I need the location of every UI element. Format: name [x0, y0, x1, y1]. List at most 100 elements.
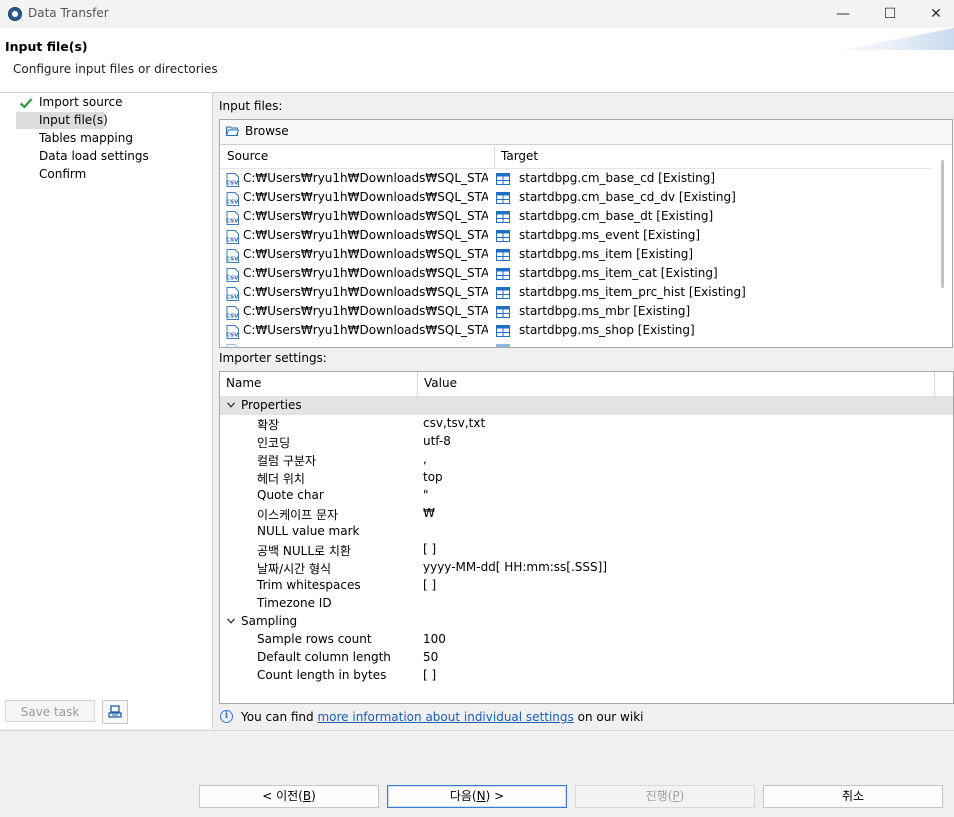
row-source: C:₩Users₩ryu1h₩Downloads₩SQL_STARTE... [243, 190, 488, 204]
table-row-partial[interactable]: CSV [220, 341, 932, 347]
info-icon: i [220, 710, 233, 723]
page-subtitle: Configure input files or directories [13, 62, 218, 76]
settings-rows: Properties 확장 csv,tsv,txt 인코딩 utf-8 컬럼 구분자, 헤더… [220, 396, 953, 702]
setting-row[interactable]: 인코딩 utf-8 [220, 433, 953, 451]
setting-value[interactable]: [ ] [423, 542, 436, 556]
setting-value[interactable]: " [423, 488, 429, 502]
step-import-source[interactable]: Import source [39, 94, 123, 111]
step-input-files[interactable]: Input file(s) [39, 112, 108, 129]
settings-group-properties[interactable]: Properties [220, 397, 953, 415]
row-source: C:₩Users₩ryu1h₩Downloads₩SQL_STARTE... [243, 323, 488, 337]
close-button[interactable]: ✕ [921, 4, 951, 24]
proceed-button[interactable]: 진행(P) [575, 785, 755, 808]
setting-name: 날짜/시간 형식 [257, 562, 332, 576]
table-icon [496, 306, 510, 318]
setting-row[interactable]: Count length in bytes [ ] [220, 667, 953, 685]
table-row[interactable]: CSV C:₩Users₩ryu1h₩Downloads₩SQL_STARTE..… [220, 284, 932, 303]
svg-text:CSV: CSV [226, 257, 239, 263]
browse-button[interactable]: Browse [245, 124, 289, 138]
browse-toolbar[interactable]: Browse [220, 120, 952, 145]
column-header-target[interactable]: Target [501, 149, 538, 163]
table-row[interactable]: CSV C:₩Users₩ryu1h₩Downloads₩SQL_STARTE..… [220, 227, 932, 246]
column-divider [417, 372, 418, 396]
step-data-load-settings[interactable]: Data load settings [39, 148, 149, 165]
setting-row[interactable]: NULL value mark [220, 523, 953, 541]
setting-row[interactable]: Trim whitespaces [ ] [220, 577, 953, 595]
proceed-text: 진행( [645, 789, 673, 803]
next-tail: ) > [485, 789, 505, 803]
setting-row[interactable]: 공백 NULL로 치환 [ ] [220, 541, 953, 559]
setting-value[interactable]: ₩ [423, 506, 435, 520]
setting-value[interactable]: [ ] [423, 578, 436, 592]
save-task-button[interactable]: Save task [5, 700, 95, 722]
setting-value[interactable]: yyyy-MM-dd[ HH:mm:ss[.SSS]] [423, 560, 607, 574]
csv-file-icon: CSV [226, 211, 239, 225]
info-suffix: on our wiki [573, 710, 644, 724]
setting-value[interactable]: [ ] [423, 668, 436, 682]
table-row[interactable]: CSV C:₩Users₩ryu1h₩Downloads₩SQL_STARTE..… [220, 265, 932, 284]
setting-value[interactable]: 100 [423, 632, 446, 646]
title-bar [0, 0, 954, 28]
window-title: Data Transfer [28, 6, 109, 20]
task-config-button[interactable] [102, 700, 128, 724]
table-row[interactable]: CSV C:₩Users₩ryu1h₩Downloads₩SQL_STARTE..… [220, 170, 932, 189]
csv-file-icon: CSV [226, 344, 239, 347]
table-icon [496, 268, 510, 280]
setting-row[interactable]: 날짜/시간 형식 yyyy-MM-dd[ HH:mm:ss[.SSS]] [220, 559, 953, 577]
setting-value[interactable]: 50 [423, 650, 438, 664]
settings-group-sampling[interactable]: Sampling [220, 613, 953, 631]
setting-name: Timezone ID [257, 596, 332, 610]
setting-value[interactable]: csv,tsv,txt [423, 416, 485, 430]
setting-row[interactable]: 헤더 위치 top [220, 469, 953, 487]
csv-file-icon: CSV [226, 173, 239, 187]
vertical-scrollbar[interactable] [941, 160, 944, 288]
step-confirm[interactable]: Confirm [39, 166, 86, 183]
table-row[interactable]: CSV C:₩Users₩ryu1h₩Downloads₩SQL_STARTE..… [220, 189, 932, 208]
setting-row[interactable]: Timezone ID [220, 595, 953, 613]
setting-name: 헤더 위치 [257, 472, 305, 486]
maximize-button[interactable]: ☐ [875, 4, 905, 24]
importer-settings-table: Name Value Properties 확장 csv,tsv,txt 인코딩 utf… [219, 371, 954, 704]
svg-text:CSV: CSV [226, 200, 239, 206]
svg-text:CSV: CSV [226, 295, 239, 301]
row-target: startdbpg.ms_item_cat [Existing] [519, 266, 718, 280]
column-header-name[interactable]: Name [226, 376, 261, 390]
chevron-down-icon[interactable] [227, 402, 235, 408]
setting-value[interactable]: , [423, 452, 427, 466]
row-target: startdbpg.ms_event [Existing] [519, 228, 701, 242]
row-target: startdbpg.ms_mbr [Existing] [519, 304, 691, 318]
setting-name: Default column length [257, 650, 391, 664]
svg-text:CSV: CSV [226, 219, 239, 225]
setting-row[interactable]: Quote char " [220, 487, 953, 505]
setting-name: 이스케이프 문자 [257, 508, 339, 522]
csv-file-icon: CSV [226, 249, 239, 263]
step-tables-mapping[interactable]: Tables mapping [39, 130, 133, 147]
task-icon [108, 705, 122, 718]
setting-row[interactable]: Default column length 50 [220, 649, 953, 667]
setting-row[interactable]: 확장 csv,tsv,txt [220, 415, 953, 433]
back-button[interactable]: < 이전(B) [199, 785, 379, 808]
row-target: startdbpg.ms_item_prc_hist [Existing] [519, 285, 746, 299]
table-row[interactable]: CSV C:₩Users₩ryu1h₩Downloads₩SQL_STARTE..… [220, 208, 932, 227]
minimize-button[interactable]: — [828, 4, 858, 24]
csv-file-icon: CSV [226, 287, 239, 301]
setting-row[interactable]: Sample rows count 100 [220, 631, 953, 649]
table-row[interactable]: CSV C:₩Users₩ryu1h₩Downloads₩SQL_STARTE..… [220, 322, 932, 341]
next-button[interactable]: 다음(N) > [387, 785, 567, 808]
column-header-source[interactable]: Source [227, 149, 268, 163]
header-banner-art [842, 28, 954, 50]
setting-value[interactable]: top [423, 470, 443, 484]
setting-value[interactable]: utf-8 [423, 434, 451, 448]
wiki-link[interactable]: more information about individual settin… [317, 710, 573, 724]
svg-text:CSV: CSV [226, 276, 239, 282]
cancel-button[interactable]: 취소 [763, 785, 943, 808]
info-message: You can find more information about indi… [241, 710, 643, 724]
chevron-down-icon[interactable] [227, 618, 235, 624]
back-mnemonic: B [302, 789, 312, 803]
setting-row[interactable]: 이스케이프 문자 ₩ [220, 505, 953, 523]
setting-row[interactable]: 컬럼 구분자, [220, 451, 953, 469]
csv-file-icon: CSV [226, 230, 239, 244]
column-header-value[interactable]: Value [424, 376, 457, 390]
table-row[interactable]: CSV C:₩Users₩ryu1h₩Downloads₩SQL_STARTE..… [220, 246, 932, 265]
table-row[interactable]: CSV C:₩Users₩ryu1h₩Downloads₩SQL_STARTE..… [220, 303, 932, 322]
